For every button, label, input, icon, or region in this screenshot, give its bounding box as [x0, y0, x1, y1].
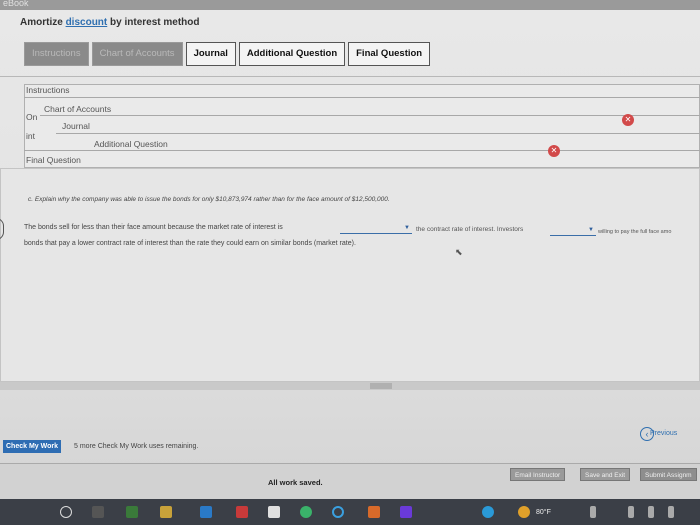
- answer-text-3: willing to pay the full face amo: [598, 229, 672, 235]
- chrome-icon[interactable]: [300, 506, 312, 518]
- folder-icon[interactable]: [160, 506, 172, 518]
- check-my-work-button[interactable]: Check My Work: [3, 440, 61, 453]
- temperature-label: 80°F: [536, 509, 551, 516]
- dropdown-market-rate[interactable]: ▼: [340, 224, 412, 234]
- app-icon[interactable]: [368, 506, 380, 518]
- divider: [24, 97, 700, 98]
- chevron-down-icon: ▼: [404, 225, 410, 231]
- submit-assignment-button[interactable]: Submit Assignm: [640, 468, 697, 481]
- discount-link[interactable]: discount: [66, 17, 108, 28]
- check-work-remaining: 5 more Check My Work uses remaining.: [74, 443, 199, 450]
- save-and-exit-button[interactable]: Save and Exit: [580, 468, 631, 481]
- scrollbar-thumb[interactable]: [370, 383, 392, 389]
- ebook-strip: eBook: [0, 0, 700, 10]
- panel-fragment-on: On: [26, 112, 38, 122]
- divider: [24, 150, 700, 151]
- search-icon[interactable]: [60, 506, 72, 518]
- previous-button[interactable]: Previous: [650, 430, 677, 437]
- tab-journal[interactable]: Journal: [185, 42, 236, 66]
- answer-text-2: the contract rate of interest. Investors: [416, 226, 524, 233]
- volume-icon[interactable]: [648, 506, 654, 518]
- panel-header-final[interactable]: Final Question: [26, 155, 81, 165]
- horizontal-scrollbar[interactable]: [0, 382, 700, 390]
- app-icon[interactable]: [332, 506, 344, 518]
- panel-header-chart[interactable]: Chart of Accounts: [44, 104, 111, 114]
- weather-icon: [518, 506, 530, 518]
- page-title: Amortize discount by interest method: [20, 17, 200, 28]
- tab-instructions[interactable]: Instructions: [24, 42, 89, 66]
- question-text: c. Explain why the company was able to i…: [28, 196, 390, 203]
- app-icon[interactable]: [400, 506, 412, 518]
- close-icon[interactable]: ✕: [622, 114, 634, 126]
- divider: [56, 133, 700, 134]
- tab-separator: [0, 76, 700, 77]
- answer-text-1: The bonds sell for less than their face …: [24, 224, 283, 231]
- ebook-label[interactable]: eBook: [3, 0, 29, 8]
- panel-header-instructions[interactable]: Instructions: [26, 85, 69, 95]
- email-instructor-button[interactable]: Email Instructor: [510, 468, 566, 481]
- panel-header-journal[interactable]: Journal: [62, 121, 90, 131]
- panel-fragment-int: int: [26, 131, 35, 141]
- network-icon[interactable]: [628, 506, 634, 518]
- tab-final-question[interactable]: Final Question: [348, 42, 431, 66]
- task-view-icon[interactable]: [92, 506, 104, 518]
- save-status: All work saved.: [268, 478, 323, 487]
- app-icon[interactable]: [268, 506, 280, 518]
- app-icon[interactable]: [126, 506, 138, 518]
- tab-chart-of-accounts[interactable]: Chart of Accounts: [91, 42, 183, 66]
- tray-icon[interactable]: [590, 506, 596, 518]
- tab-additional-question[interactable]: Additional Question: [238, 42, 346, 66]
- close-icon[interactable]: ✕: [548, 145, 560, 157]
- chevron-down-icon: ▼: [588, 227, 594, 233]
- app-icon[interactable]: [236, 506, 248, 518]
- browser-icon[interactable]: [200, 506, 212, 518]
- notification-icon[interactable]: [668, 506, 674, 518]
- mouse-cursor-icon: ⬉: [455, 247, 463, 257]
- dropdown-investors[interactable]: ▼: [550, 226, 596, 236]
- panel-header-additional[interactable]: Additional Question: [94, 139, 168, 149]
- divider: [40, 115, 700, 116]
- tab-bar: Instructions Chart of Accounts Journal A…: [24, 42, 431, 66]
- answer-text-4: bonds that pay a lower contract rate of …: [24, 240, 356, 247]
- app-icon[interactable]: [482, 506, 494, 518]
